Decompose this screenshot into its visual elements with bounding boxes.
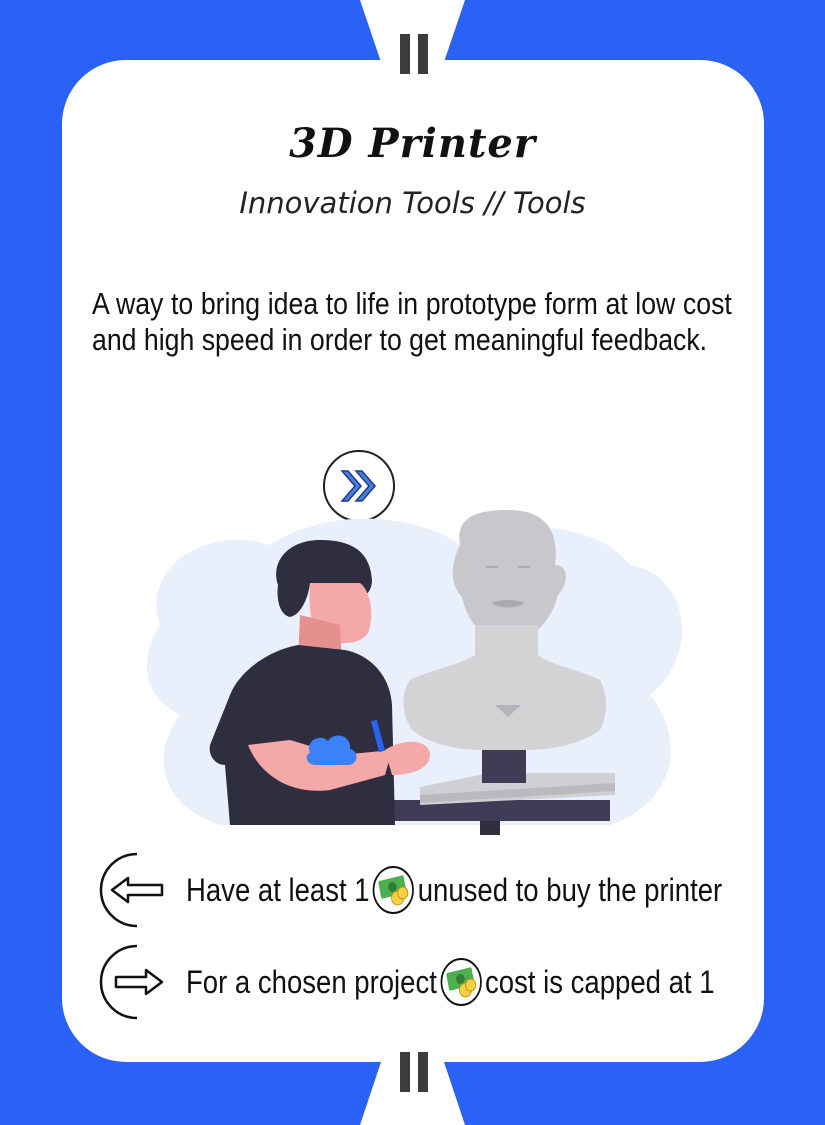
- money-icon: [440, 958, 482, 1006]
- top-pause-icon: [400, 34, 428, 74]
- rule-row-left: Have at least 1 unused to buy the printe…: [92, 850, 752, 930]
- rule-text-2: For a chosen project cost is capped at 1: [186, 957, 714, 1007]
- rule-2-before: For a chosen project: [186, 963, 437, 1000]
- rule-text-1: Have at least 1 unused to buy the printe…: [186, 865, 722, 915]
- money-icon: [373, 866, 415, 914]
- card-stage: 3D Printer Innovation Tools // Tools A w…: [0, 0, 825, 1125]
- rule-1-before: Have at least 1: [186, 871, 370, 908]
- rule-2-after: cost is capped at 1: [485, 963, 715, 1000]
- rule-row-right: For a chosen project cost is capped at 1: [92, 942, 752, 1022]
- card-subtitle: Innovation Tools // Tools: [239, 186, 586, 220]
- person-3d-printing-illustration: [146, 510, 683, 835]
- arrow-right-icon: [99, 944, 164, 1020]
- rule-1-after: unused to buy the printer: [417, 871, 723, 908]
- arrow-left-icon: [99, 852, 164, 928]
- bottom-pause-icon: [400, 1052, 428, 1092]
- card-title: 3D Printer: [289, 120, 536, 167]
- card-description: A way to bring idea to life in prototype…: [92, 286, 732, 357]
